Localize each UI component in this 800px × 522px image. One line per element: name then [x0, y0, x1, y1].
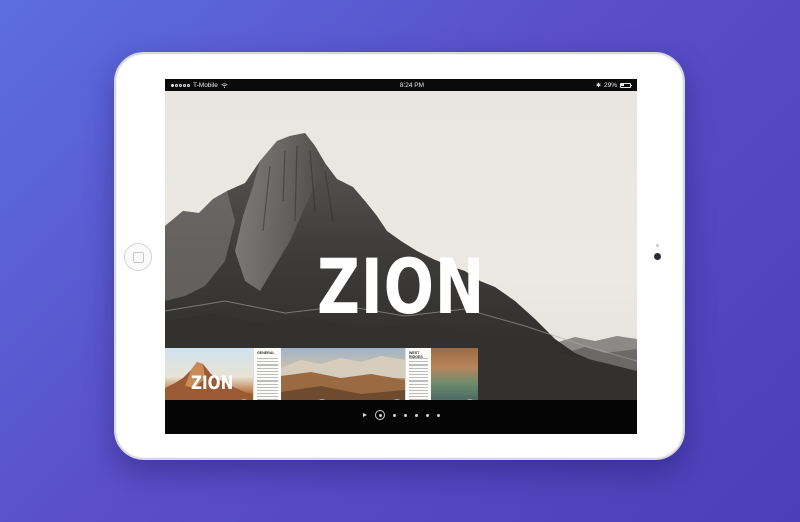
page-dot[interactable]	[426, 413, 429, 417]
home-button[interactable]	[124, 243, 152, 271]
ambient-sensor	[656, 244, 659, 247]
play-icon[interactable]	[363, 413, 367, 417]
page-dot[interactable]	[437, 413, 440, 417]
clock: 8:24 PM	[399, 81, 425, 89]
page-indicator[interactable]	[363, 410, 440, 420]
thumbnail-text-page[interactable]: GENERAL	[253, 348, 281, 400]
battery-icon	[619, 82, 632, 88]
page-thumbnail-strip: ZION 1 GENERAL 2	[165, 348, 478, 400]
status-bar: T-Mobile 8:24 PM ✱ 29%	[165, 79, 637, 91]
wifi-icon	[221, 82, 228, 88]
ipad-device: T-Mobile 8:24 PM ✱ 29% ZION ZION GENERAL…	[114, 52, 685, 460]
hero-title: ZION	[317, 242, 486, 331]
signal-strength-icon	[171, 83, 190, 87]
thumbnail-page-4[interactable]: 4	[431, 348, 478, 400]
text-lines	[409, 358, 428, 400]
page-dot[interactable]	[393, 413, 396, 417]
thumbnail-heading: GENERAL	[257, 351, 275, 355]
battery-percent: 29%	[603, 81, 617, 89]
ipad-screen: T-Mobile 8:24 PM ✱ 29% ZION ZION GENERAL…	[165, 79, 637, 434]
front-camera	[654, 253, 661, 260]
thumbnail-title: ZION	[191, 372, 234, 394]
thumbnail-page-1[interactable]: ZION 1	[165, 348, 253, 400]
page-dot-active[interactable]	[375, 410, 385, 420]
thumbnail-text-page[interactable]: WEST RIDGES	[405, 348, 431, 400]
bluetooth-icon: ✱	[595, 82, 601, 89]
bottom-navigation-bar	[165, 400, 637, 434]
hero-image: ZION ZION 1 GENERAL	[165, 91, 637, 400]
thumbnail-page-2[interactable]: 2 3	[281, 348, 405, 400]
carrier-label: T-Mobile	[193, 81, 218, 89]
text-lines	[257, 358, 278, 400]
page-dot[interactable]	[415, 413, 418, 417]
page-dot[interactable]	[404, 413, 407, 417]
canyon-photo	[281, 356, 405, 400]
